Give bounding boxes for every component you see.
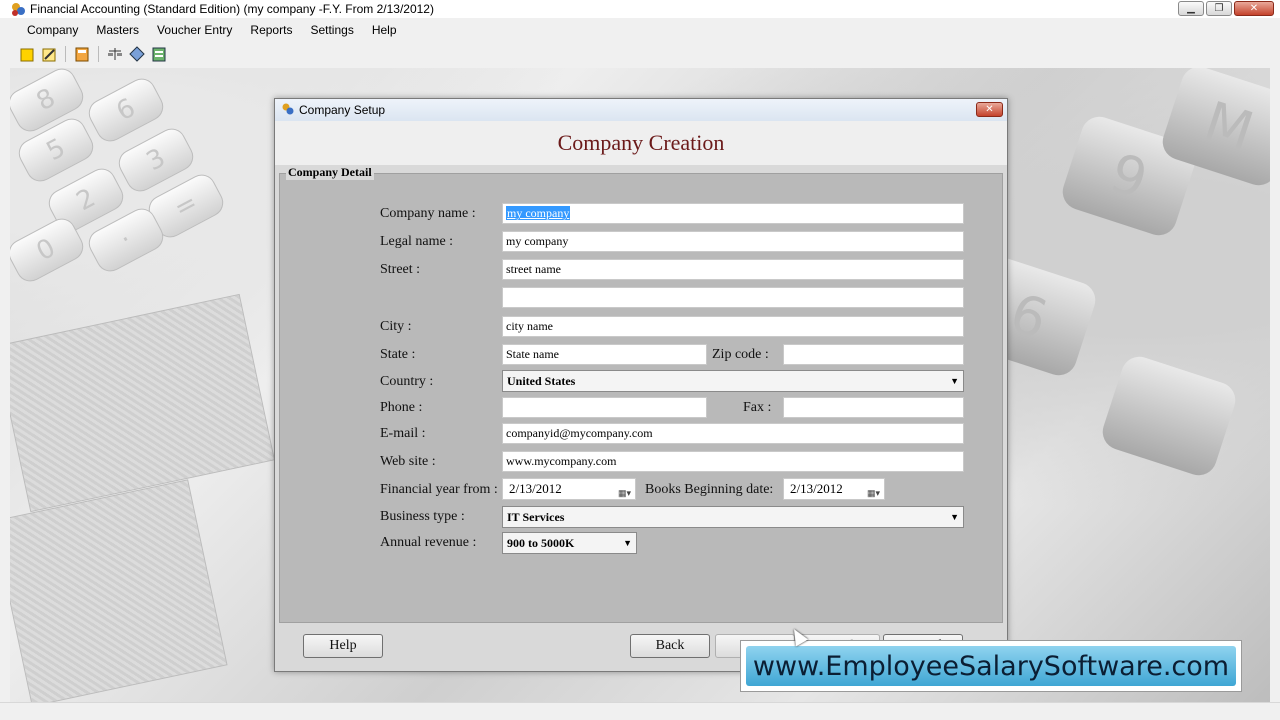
company-detail-group: Company Detail Company name : my company… [279, 165, 1003, 623]
minimize-button[interactable]: ▁ [1178, 1, 1204, 16]
business-type-dropdown[interactable]: IT Services ▼ [502, 506, 964, 528]
app-icon [10, 1, 26, 17]
fax-field[interactable] [783, 397, 964, 418]
dropdown-arrow-icon: ▼ [950, 376, 959, 386]
country-value: United States [507, 374, 576, 388]
fy-from-datepicker[interactable]: 2/13/2012 ▦▾ [502, 478, 636, 500]
street-label: Street : [380, 262, 421, 277]
city-field[interactable]: city name [502, 316, 964, 337]
fy-from-label: Financial year from : [380, 482, 498, 497]
state-field[interactable]: State name [502, 344, 707, 365]
country-dropdown[interactable]: United States ▼ [502, 370, 964, 392]
scale-icon[interactable] [106, 45, 124, 63]
toolbar-separator [65, 46, 66, 62]
new-icon[interactable] [18, 45, 36, 63]
window-controls: ▁ ❐ ✕ [1178, 1, 1274, 16]
dialog-title: Company Setup [299, 103, 386, 117]
legal-name-label: Legal name : [380, 234, 454, 249]
menu-masters[interactable]: Masters [87, 20, 148, 40]
window-title: Financial Accounting (Standard Edition) … [30, 2, 434, 16]
business-type-label: Business type : [380, 509, 465, 524]
menu-reports[interactable]: Reports [241, 20, 301, 40]
dropdown-arrow-icon: ▼ [623, 538, 632, 548]
annual-revenue-label: Annual revenue : [380, 535, 477, 550]
website-field[interactable]: www.mycompany.com [502, 451, 964, 472]
back-button[interactable]: Back [630, 634, 710, 658]
menu-company[interactable]: Company [18, 20, 87, 40]
zip-code-label: Zip code : [712, 347, 769, 362]
dialog-close-button[interactable]: ✕ [976, 102, 1003, 117]
company-setup-dialog: Company Setup ✕ Company Creation Company… [274, 98, 1008, 672]
toolbar-separator [98, 46, 99, 62]
books-begin-value: 2/13/2012 [790, 481, 843, 496]
email-label: E-mail : [380, 426, 426, 441]
fy-from-value: 2/13/2012 [509, 481, 562, 496]
books-begin-datepicker[interactable]: 2/13/2012 ▦▾ [783, 478, 885, 500]
country-label: Country : [380, 374, 434, 389]
company-name-field[interactable]: my company [502, 203, 964, 224]
group-label: Company Detail [286, 165, 374, 180]
zip-code-field[interactable] [783, 344, 964, 365]
toolbar [0, 42, 1280, 66]
window-titlebar: Financial Accounting (Standard Edition) … [0, 0, 1280, 18]
menu-settings[interactable]: Settings [301, 20, 362, 40]
state-label: State : [380, 347, 416, 362]
banknote-image [10, 293, 275, 513]
business-type-value: IT Services [507, 510, 565, 524]
legal-name-field[interactable]: my company [502, 231, 964, 252]
city-label: City : [380, 319, 412, 334]
gear-icon[interactable] [128, 45, 146, 63]
fax-label: Fax : [743, 400, 772, 415]
phone-field[interactable] [502, 397, 707, 418]
menu-help[interactable]: Help [363, 20, 406, 40]
close-button[interactable]: ✕ [1234, 1, 1274, 16]
dropdown-arrow-icon: ▼ [950, 512, 959, 522]
status-bar [0, 702, 1280, 720]
street-line1-field[interactable]: street name [502, 259, 964, 280]
phone-label: Phone : [380, 400, 423, 415]
annual-revenue-value: 900 to 5000K [507, 536, 575, 550]
annual-revenue-dropdown[interactable]: 900 to 5000K ▼ [502, 532, 637, 554]
banner-text: www.EmployeeSalarySoftware.com [746, 646, 1236, 686]
report-icon[interactable] [150, 45, 168, 63]
edit-icon[interactable] [40, 45, 58, 63]
dialog-titlebar: Company Setup ✕ [275, 99, 1007, 121]
calendar-dropdown-icon: ▦▾ [617, 488, 631, 498]
website-banner: www.EmployeeSalarySoftware.com [740, 640, 1242, 692]
help-button[interactable]: Help [303, 634, 383, 658]
menu-bar: Company Masters Voucher Entry Reports Se… [0, 20, 1280, 40]
books-begin-label: Books Beginning date: [645, 482, 774, 497]
banknote-image [10, 479, 228, 702]
calendar-dropdown-icon: ▦▾ [866, 488, 880, 498]
company-name-value: my company [506, 206, 571, 220]
calculator-key [1098, 352, 1240, 480]
calculator-icon[interactable] [73, 45, 91, 63]
company-name-label: Company name : [380, 206, 476, 221]
menu-voucher-entry[interactable]: Voucher Entry [148, 20, 241, 40]
dialog-heading: Company Creation [275, 121, 1007, 165]
email-field[interactable]: companyid@mycompany.com [502, 423, 964, 444]
dialog-app-icon [281, 102, 295, 119]
website-label: Web site : [380, 454, 436, 469]
restore-button[interactable]: ❐ [1206, 1, 1232, 16]
street-line2-field[interactable] [502, 287, 964, 308]
